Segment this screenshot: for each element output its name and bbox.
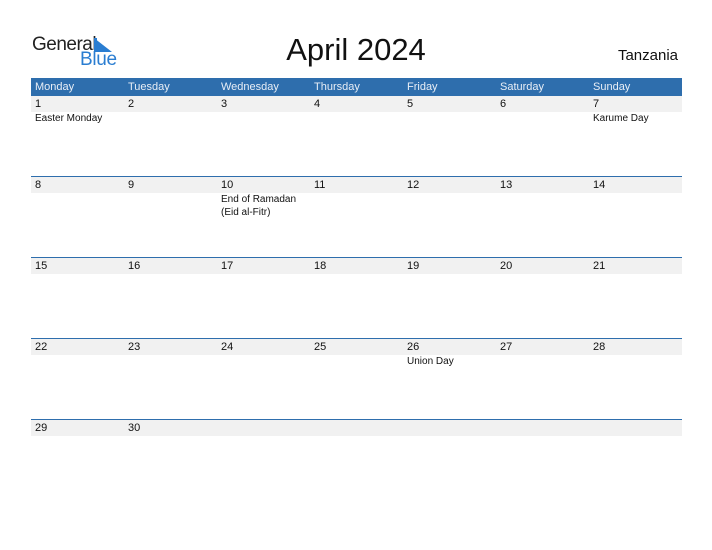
week-days: 22 23 24 25 26 Union Day 27 28 [31,339,682,368]
weekday-monday: Monday [35,81,75,93]
day-number: 18 [310,258,403,274]
day-cell: 18 [310,258,403,274]
day-cell: 1 Easter Monday [31,96,124,125]
holiday-label: Karume Day [593,113,649,124]
day-number [496,420,589,436]
day-number: 21 [589,258,682,274]
day-cell: 9 [124,177,217,219]
day-cell: 14 [589,177,682,219]
day-cell: 6 [496,96,589,125]
day-number: 25 [310,339,403,355]
day-cell: 13 [496,177,589,219]
day-number: 27 [496,339,589,355]
holiday-label: Union Day [407,356,454,367]
day-cell: 29 [31,420,124,436]
country-label: Tanzania [617,47,678,64]
day-cell: 5 [403,96,496,125]
holiday-label: (Eid al-Fitr) [221,207,271,218]
day-cell: 12 [403,177,496,219]
day-cell: 11 [310,177,403,219]
week-row: 29 30 [31,419,682,500]
week-days: 8 9 10 End of Ramadan (Eid al-Fitr) 11 12 13 14 [31,177,682,219]
weekday-header: Monday Tuesday Wednesday Thursday Friday… [31,78,682,96]
week-days: 1 Easter Monday 2 3 4 5 6 7 Karume Day [31,96,682,125]
weekday-sunday: Sunday [593,81,631,93]
day-number: 13 [496,177,589,193]
day-number: 1 [31,96,124,112]
day-cell: 27 [496,339,589,368]
day-cell: 17 [217,258,310,274]
day-number: 26 [403,339,496,355]
weekday-thursday: Thursday [314,81,360,93]
day-number: 15 [31,258,124,274]
day-number: 30 [124,420,217,436]
day-cell [310,420,403,436]
day-cell: 30 [124,420,217,436]
day-number: 5 [403,96,496,112]
calendar-title: April 2024 [286,32,426,67]
day-cell: 24 [217,339,310,368]
day-cell: 22 [31,339,124,368]
day-cell [403,420,496,436]
day-cell: 3 [217,96,310,125]
day-number: 23 [124,339,217,355]
day-number: 6 [496,96,589,112]
day-number [310,420,403,436]
day-number: 20 [496,258,589,274]
week-row: 1 Easter Monday 2 3 4 5 6 7 Karume Day [31,96,682,176]
day-number: 7 [589,96,682,112]
day-number: 22 [31,339,124,355]
day-cell: 28 [589,339,682,368]
day-number [217,420,310,436]
day-cell: 16 [124,258,217,274]
day-cell [589,420,682,436]
day-number [589,420,682,436]
day-number: 14 [589,177,682,193]
day-number: 2 [124,96,217,112]
day-number: 19 [403,258,496,274]
day-cell: 25 [310,339,403,368]
day-number: 8 [31,177,124,193]
weekday-saturday: Saturday [500,81,545,93]
holiday-label: Easter Monday [35,113,103,124]
weeks-container: 1 Easter Monday 2 3 4 5 6 7 Karume Day 8 9 10 End of… [31,96,682,500]
day-cell: 19 [403,258,496,274]
day-number: 11 [310,177,403,193]
day-cell [496,420,589,436]
day-number: 16 [124,258,217,274]
week-row: 22 23 24 25 26 Union Day 27 28 [31,338,682,419]
day-cell: 23 [124,339,217,368]
weekday-tuesday: Tuesday [128,81,170,93]
day-cell: 15 [31,258,124,274]
holiday-label: End of Ramadan [221,194,297,205]
day-cell [217,420,310,436]
week-row: 15 16 17 18 19 20 21 [31,257,682,338]
day-cell: 7 Karume Day [589,96,682,125]
day-cell: 8 [31,177,124,219]
calendar-grid: Monday Tuesday Wednesday Thursday Friday… [31,78,682,500]
day-number: 28 [589,339,682,355]
day-cell: 10 End of Ramadan (Eid al-Fitr) [217,177,310,219]
week-days: 15 16 17 18 19 20 21 [31,258,682,274]
week-days: 29 30 [31,420,682,436]
weekday-friday: Friday [407,81,438,93]
day-number: 10 [217,177,310,193]
day-number: 17 [217,258,310,274]
week-row: 8 9 10 End of Ramadan (Eid al-Fitr) 11 12 13 14 [31,176,682,257]
day-number: 9 [124,177,217,193]
day-number: 3 [217,96,310,112]
weekday-wednesday: Wednesday [221,81,279,93]
day-cell: 26 Union Day [403,339,496,368]
day-number: 24 [217,339,310,355]
day-cell: 2 [124,96,217,125]
day-number: 12 [403,177,496,193]
day-number: 4 [310,96,403,112]
day-number: 29 [31,420,124,436]
day-number [403,420,496,436]
day-cell: 21 [589,258,682,274]
day-cell: 20 [496,258,589,274]
day-cell: 4 [310,96,403,125]
